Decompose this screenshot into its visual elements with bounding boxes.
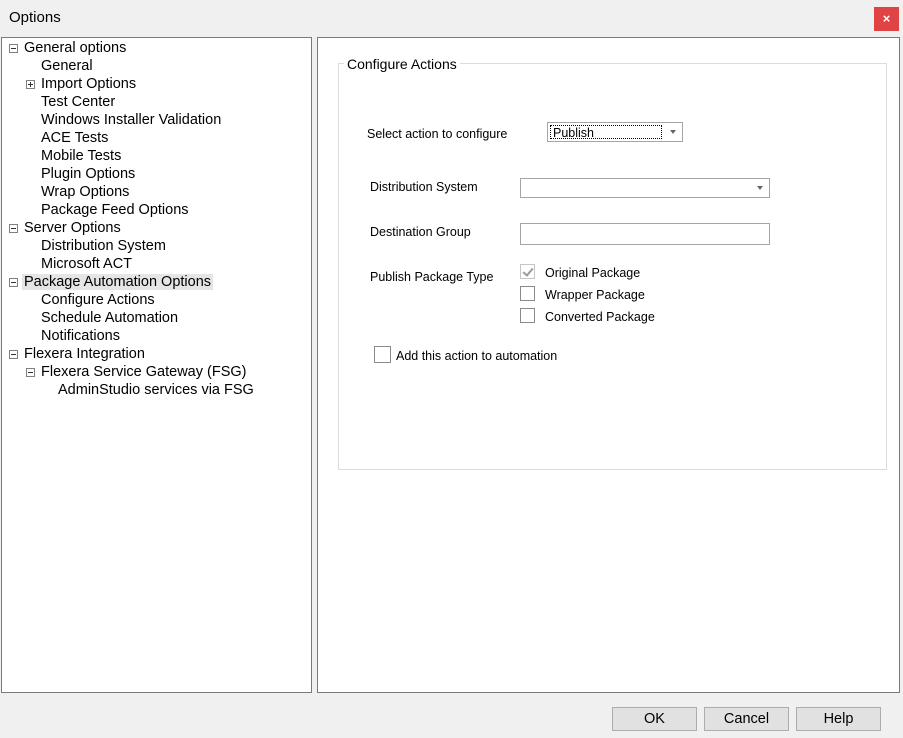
tree-item-microsoft-act[interactable]: Microsoft ACT [41, 255, 132, 273]
tree-item-import-options[interactable]: Import Options [26, 75, 137, 93]
tree-item-wrap-options[interactable]: Wrap Options [41, 183, 129, 201]
collapse-icon[interactable] [9, 224, 18, 233]
collapse-icon[interactable] [9, 350, 18, 359]
tree-item-mobile-tests[interactable]: Mobile Tests [41, 147, 121, 165]
tree-item-label: Flexera Integration [24, 346, 145, 362]
tree-item-label: Wrap Options [41, 184, 130, 200]
tree-item-flexera-service-gateway[interactable]: Flexera Service Gateway (FSG) [26, 363, 247, 381]
tree-item-label: AdminStudio services via FSG [58, 382, 254, 398]
expand-icon[interactable] [26, 80, 35, 89]
close-button[interactable]: × [874, 7, 899, 31]
distribution-system-dropdown[interactable] [520, 178, 770, 198]
tree-item-package-automation-options[interactable]: Package Automation Options [9, 273, 214, 291]
chevron-down-icon [757, 186, 763, 190]
tree-item-test-center[interactable]: Test Center [41, 93, 115, 111]
tree-item-general[interactable]: General [41, 57, 93, 75]
tree-item-label: Schedule Automation [41, 310, 179, 326]
tree-item-label: Plugin Options [41, 166, 136, 182]
configure-actions-title: Configure Actions [344, 55, 460, 73]
select-action-dropdown[interactable]: Publish [547, 122, 683, 142]
tree-item-ace-tests[interactable]: ACE Tests [41, 129, 108, 147]
add-to-automation-checkbox[interactable] [374, 346, 391, 363]
tree-item-distribution-system[interactable]: Distribution System [41, 237, 166, 255]
tree-item-server-options[interactable]: Server Options [9, 219, 121, 237]
tree-item-adminstudio-services-via-fsg[interactable]: AdminStudio services via FSG [58, 381, 254, 399]
converted-package-checkbox[interactable] [520, 308, 535, 323]
tree-item-plugin-options[interactable]: Plugin Options [41, 165, 135, 183]
collapse-icon[interactable] [9, 44, 18, 53]
tree-item-package-feed-options[interactable]: Package Feed Options [41, 201, 189, 219]
ok-button[interactable]: OK [612, 707, 697, 731]
tree-item-label: Import Options [41, 76, 137, 92]
close-icon: × [882, 11, 891, 26]
tree-item-label: Distribution System [41, 238, 166, 254]
wrapper-package-label: Wrapper Package [545, 288, 645, 302]
tree-item-label: Microsoft ACT [41, 256, 133, 272]
tree-item-label: Configure Actions [41, 292, 155, 308]
publish-package-type-label: Publish Package Type [370, 270, 494, 284]
distribution-system-label: Distribution System [370, 180, 478, 194]
tree-item-label: Package Automation Options [22, 274, 214, 290]
add-to-automation-label: Add this action to automation [396, 349, 558, 363]
original-package-label: Original Package [545, 266, 641, 280]
tree-item-label: Package Feed Options [41, 202, 189, 218]
tree-item-flexera-integration[interactable]: Flexera Integration [9, 345, 145, 363]
window-title: Options [9, 9, 61, 26]
title-bar: Options × [0, 0, 903, 36]
collapse-icon[interactable] [9, 278, 18, 287]
original-package-checkbox[interactable] [520, 264, 535, 279]
tree-item-label: General options [24, 40, 127, 56]
tree-item-schedule-automation[interactable]: Schedule Automation [41, 309, 178, 327]
tree-item-label: General [41, 58, 93, 74]
tree-item-label: Flexera Service Gateway (FSG) [41, 364, 247, 380]
tree-item-notifications[interactable]: Notifications [41, 327, 120, 345]
tree-item-general-options[interactable]: General options [9, 39, 127, 57]
tree-item-windows-installer-validation[interactable]: Windows Installer Validation [41, 111, 221, 129]
converted-package-label: Converted Package [545, 310, 655, 324]
tree-item-label: Test Center [41, 94, 116, 110]
wrapper-package-checkbox[interactable] [520, 286, 535, 301]
select-action-label: Select action to configure [367, 127, 508, 141]
cancel-button[interactable]: Cancel [704, 707, 789, 731]
help-button[interactable]: Help [796, 707, 881, 731]
tree-item-label: Mobile Tests [41, 148, 122, 164]
destination-group-label: Destination Group [370, 225, 471, 239]
chevron-down-icon [670, 130, 676, 134]
tree-item-configure-actions[interactable]: Configure Actions [41, 291, 155, 309]
select-action-value: Publish [550, 125, 662, 140]
collapse-icon[interactable] [26, 368, 35, 377]
tree-item-label: ACE Tests [41, 130, 109, 146]
tree-item-label: Notifications [41, 328, 120, 344]
checkmark-icon [522, 265, 534, 277]
tree-item-label: Server Options [24, 220, 121, 236]
tree-item-label: Windows Installer Validation [41, 112, 222, 128]
destination-group-field[interactable] [520, 223, 770, 245]
